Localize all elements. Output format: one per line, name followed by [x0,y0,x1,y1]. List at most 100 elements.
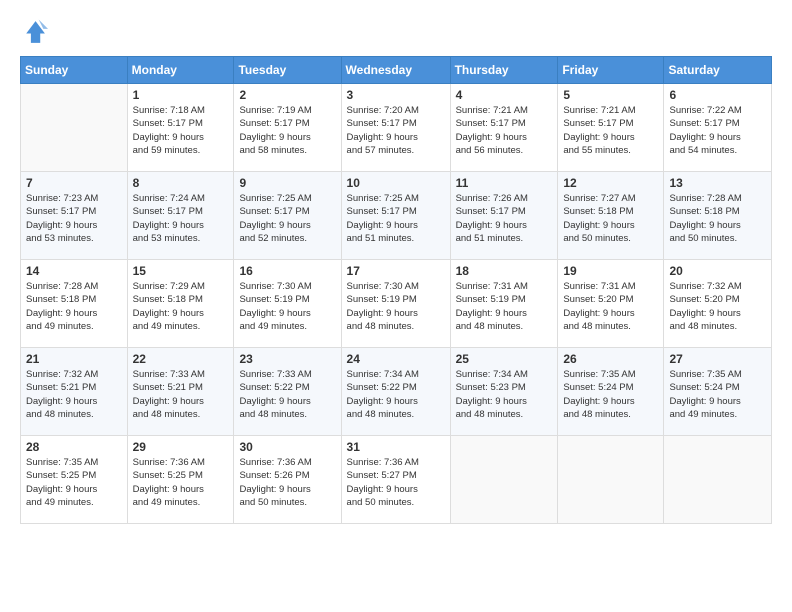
day-info: Sunrise: 7:34 AM Sunset: 5:23 PM Dayligh… [456,368,553,421]
day-number: 13 [669,176,766,190]
calendar-day-cell: 13Sunrise: 7:28 AM Sunset: 5:18 PM Dayli… [664,172,772,260]
calendar-day-cell: 4Sunrise: 7:21 AM Sunset: 5:17 PM Daylig… [450,84,558,172]
day-info: Sunrise: 7:18 AM Sunset: 5:17 PM Dayligh… [133,104,229,157]
calendar-day-cell: 25 Sunrise: 7:34 AM Sunset: 5:23 PM Dayli… [450,348,558,436]
day-number: 25 [456,352,553,366]
weekday-header-thursday: Thursday [450,57,558,84]
page: SundayMondayTuesdayWednesdayThursdayFrid… [0,0,792,612]
calendar-day-cell: 23Sunrise: 7:33 AM Sunset: 5:22 PM Dayli… [234,348,341,436]
day-number: 26 [563,352,658,366]
calendar-day-cell [21,84,128,172]
calendar-day-cell: 6 Sunrise: 7:22 AM Sunset: 5:17 PM Daylig… [664,84,772,172]
logo-icon [20,18,48,46]
day-number: 3 [347,88,445,102]
day-number: 8 [133,176,229,190]
calendar-day-cell: 5 Sunrise: 7:21 AM Sunset: 5:17 PM Daylig… [558,84,664,172]
calendar-day-cell: 29 Sunrise: 7:36 AM Sunset: 5:25 PM Dayli… [127,436,234,524]
day-number: 27 [669,352,766,366]
calendar-week-row: 21 Sunrise: 7:32 AM Sunset: 5:21 PM Dayli… [21,348,772,436]
calendar-day-cell: 12 Sunrise: 7:27 AM Sunset: 5:18 PM Dayli… [558,172,664,260]
day-info: Sunrise: 7:30 AM Sunset: 5:19 PM Dayligh… [239,280,335,333]
calendar-table: SundayMondayTuesdayWednesdayThursdayFrid… [20,56,772,524]
calendar-day-cell: 7 Sunrise: 7:23 AM Sunset: 5:17 PM Daylig… [21,172,128,260]
calendar-day-cell: 24Sunrise: 7:34 AM Sunset: 5:22 PM Dayli… [341,348,450,436]
calendar-day-cell: 14 Sunrise: 7:28 AM Sunset: 5:18 PM Dayli… [21,260,128,348]
day-info: Sunrise: 7:24 AM Sunset: 5:17 PM Dayligh… [133,192,229,245]
logo [20,18,52,46]
day-info: Sunrise: 7:35 AM Sunset: 5:25 PM Dayligh… [26,456,122,509]
calendar-day-cell: 2Sunrise: 7:19 AM Sunset: 5:17 PM Daylig… [234,84,341,172]
weekday-header-wednesday: Wednesday [341,57,450,84]
calendar-week-row: 28 Sunrise: 7:35 AM Sunset: 5:25 PM Dayli… [21,436,772,524]
day-number: 16 [239,264,335,278]
day-info: Sunrise: 7:29 AM Sunset: 5:18 PM Dayligh… [133,280,229,333]
calendar-day-cell: 8 Sunrise: 7:24 AM Sunset: 5:17 PM Daylig… [127,172,234,260]
day-number: 23 [239,352,335,366]
day-info: Sunrise: 7:30 AM Sunset: 5:19 PM Dayligh… [347,280,445,333]
calendar-day-cell: 27Sunrise: 7:35 AM Sunset: 5:24 PM Dayli… [664,348,772,436]
day-number: 5 [563,88,658,102]
day-info: Sunrise: 7:35 AM Sunset: 5:24 PM Dayligh… [563,368,658,421]
calendar-day-cell [558,436,664,524]
day-number: 21 [26,352,122,366]
day-number: 10 [347,176,445,190]
day-number: 6 [669,88,766,102]
day-info: Sunrise: 7:36 AM Sunset: 5:25 PM Dayligh… [133,456,229,509]
day-info: Sunrise: 7:23 AM Sunset: 5:17 PM Dayligh… [26,192,122,245]
day-number: 9 [239,176,335,190]
day-info: Sunrise: 7:32 AM Sunset: 5:20 PM Dayligh… [669,280,766,333]
day-info: Sunrise: 7:25 AM Sunset: 5:17 PM Dayligh… [347,192,445,245]
calendar-day-cell: 21 Sunrise: 7:32 AM Sunset: 5:21 PM Dayli… [21,348,128,436]
day-info: Sunrise: 7:21 AM Sunset: 5:17 PM Dayligh… [563,104,658,157]
calendar-day-cell: 18Sunrise: 7:31 AM Sunset: 5:19 PM Dayli… [450,260,558,348]
calendar-day-cell: 31Sunrise: 7:36 AM Sunset: 5:27 PM Dayli… [341,436,450,524]
day-number: 11 [456,176,553,190]
day-number: 12 [563,176,658,190]
day-number: 28 [26,440,122,454]
day-info: Sunrise: 7:27 AM Sunset: 5:18 PM Dayligh… [563,192,658,245]
calendar-day-cell: 22Sunrise: 7:33 AM Sunset: 5:21 PM Dayli… [127,348,234,436]
calendar-week-row: 14 Sunrise: 7:28 AM Sunset: 5:18 PM Dayli… [21,260,772,348]
weekday-header-monday: Monday [127,57,234,84]
weekday-header-friday: Friday [558,57,664,84]
calendar-day-cell: 11Sunrise: 7:26 AM Sunset: 5:17 PM Dayli… [450,172,558,260]
calendar-day-cell: 10 Sunrise: 7:25 AM Sunset: 5:17 PM Dayli… [341,172,450,260]
calendar-day-cell: 9 Sunrise: 7:25 AM Sunset: 5:17 PM Daylig… [234,172,341,260]
day-info: Sunrise: 7:19 AM Sunset: 5:17 PM Dayligh… [239,104,335,157]
day-info: Sunrise: 7:28 AM Sunset: 5:18 PM Dayligh… [26,280,122,333]
calendar-day-cell [450,436,558,524]
day-number: 4 [456,88,553,102]
calendar-day-cell [664,436,772,524]
day-number: 14 [26,264,122,278]
day-number: 19 [563,264,658,278]
day-number: 24 [347,352,445,366]
day-info: Sunrise: 7:25 AM Sunset: 5:17 PM Dayligh… [239,192,335,245]
day-info: Sunrise: 7:22 AM Sunset: 5:17 PM Dayligh… [669,104,766,157]
weekday-header-saturday: Saturday [664,57,772,84]
day-number: 17 [347,264,445,278]
calendar-header-row: SundayMondayTuesdayWednesdayThursdayFrid… [21,57,772,84]
calendar-day-cell: 17 Sunrise: 7:30 AM Sunset: 5:19 PM Dayli… [341,260,450,348]
day-info: Sunrise: 7:36 AM Sunset: 5:26 PM Dayligh… [239,456,335,509]
calendar-day-cell: 15Sunrise: 7:29 AM Sunset: 5:18 PM Dayli… [127,260,234,348]
calendar-day-cell: 26 Sunrise: 7:35 AM Sunset: 5:24 PM Dayli… [558,348,664,436]
calendar-day-cell: 16 Sunrise: 7:30 AM Sunset: 5:19 PM Dayli… [234,260,341,348]
day-info: Sunrise: 7:20 AM Sunset: 5:17 PM Dayligh… [347,104,445,157]
day-number: 1 [133,88,229,102]
day-info: Sunrise: 7:36 AM Sunset: 5:27 PM Dayligh… [347,456,445,509]
header [20,18,772,46]
day-info: Sunrise: 7:31 AM Sunset: 5:20 PM Dayligh… [563,280,658,333]
day-info: Sunrise: 7:31 AM Sunset: 5:19 PM Dayligh… [456,280,553,333]
weekday-header-sunday: Sunday [21,57,128,84]
day-number: 22 [133,352,229,366]
day-number: 30 [239,440,335,454]
day-number: 29 [133,440,229,454]
calendar-day-cell: 28 Sunrise: 7:35 AM Sunset: 5:25 PM Dayli… [21,436,128,524]
calendar-day-cell: 20 Sunrise: 7:32 AM Sunset: 5:20 PM Dayli… [664,260,772,348]
calendar-day-cell: 19 Sunrise: 7:31 AM Sunset: 5:20 PM Dayli… [558,260,664,348]
day-info: Sunrise: 7:32 AM Sunset: 5:21 PM Dayligh… [26,368,122,421]
day-number: 20 [669,264,766,278]
day-number: 7 [26,176,122,190]
calendar-week-row: 1 Sunrise: 7:18 AM Sunset: 5:17 PM Daylig… [21,84,772,172]
calendar-day-cell: 30 Sunrise: 7:36 AM Sunset: 5:26 PM Dayli… [234,436,341,524]
